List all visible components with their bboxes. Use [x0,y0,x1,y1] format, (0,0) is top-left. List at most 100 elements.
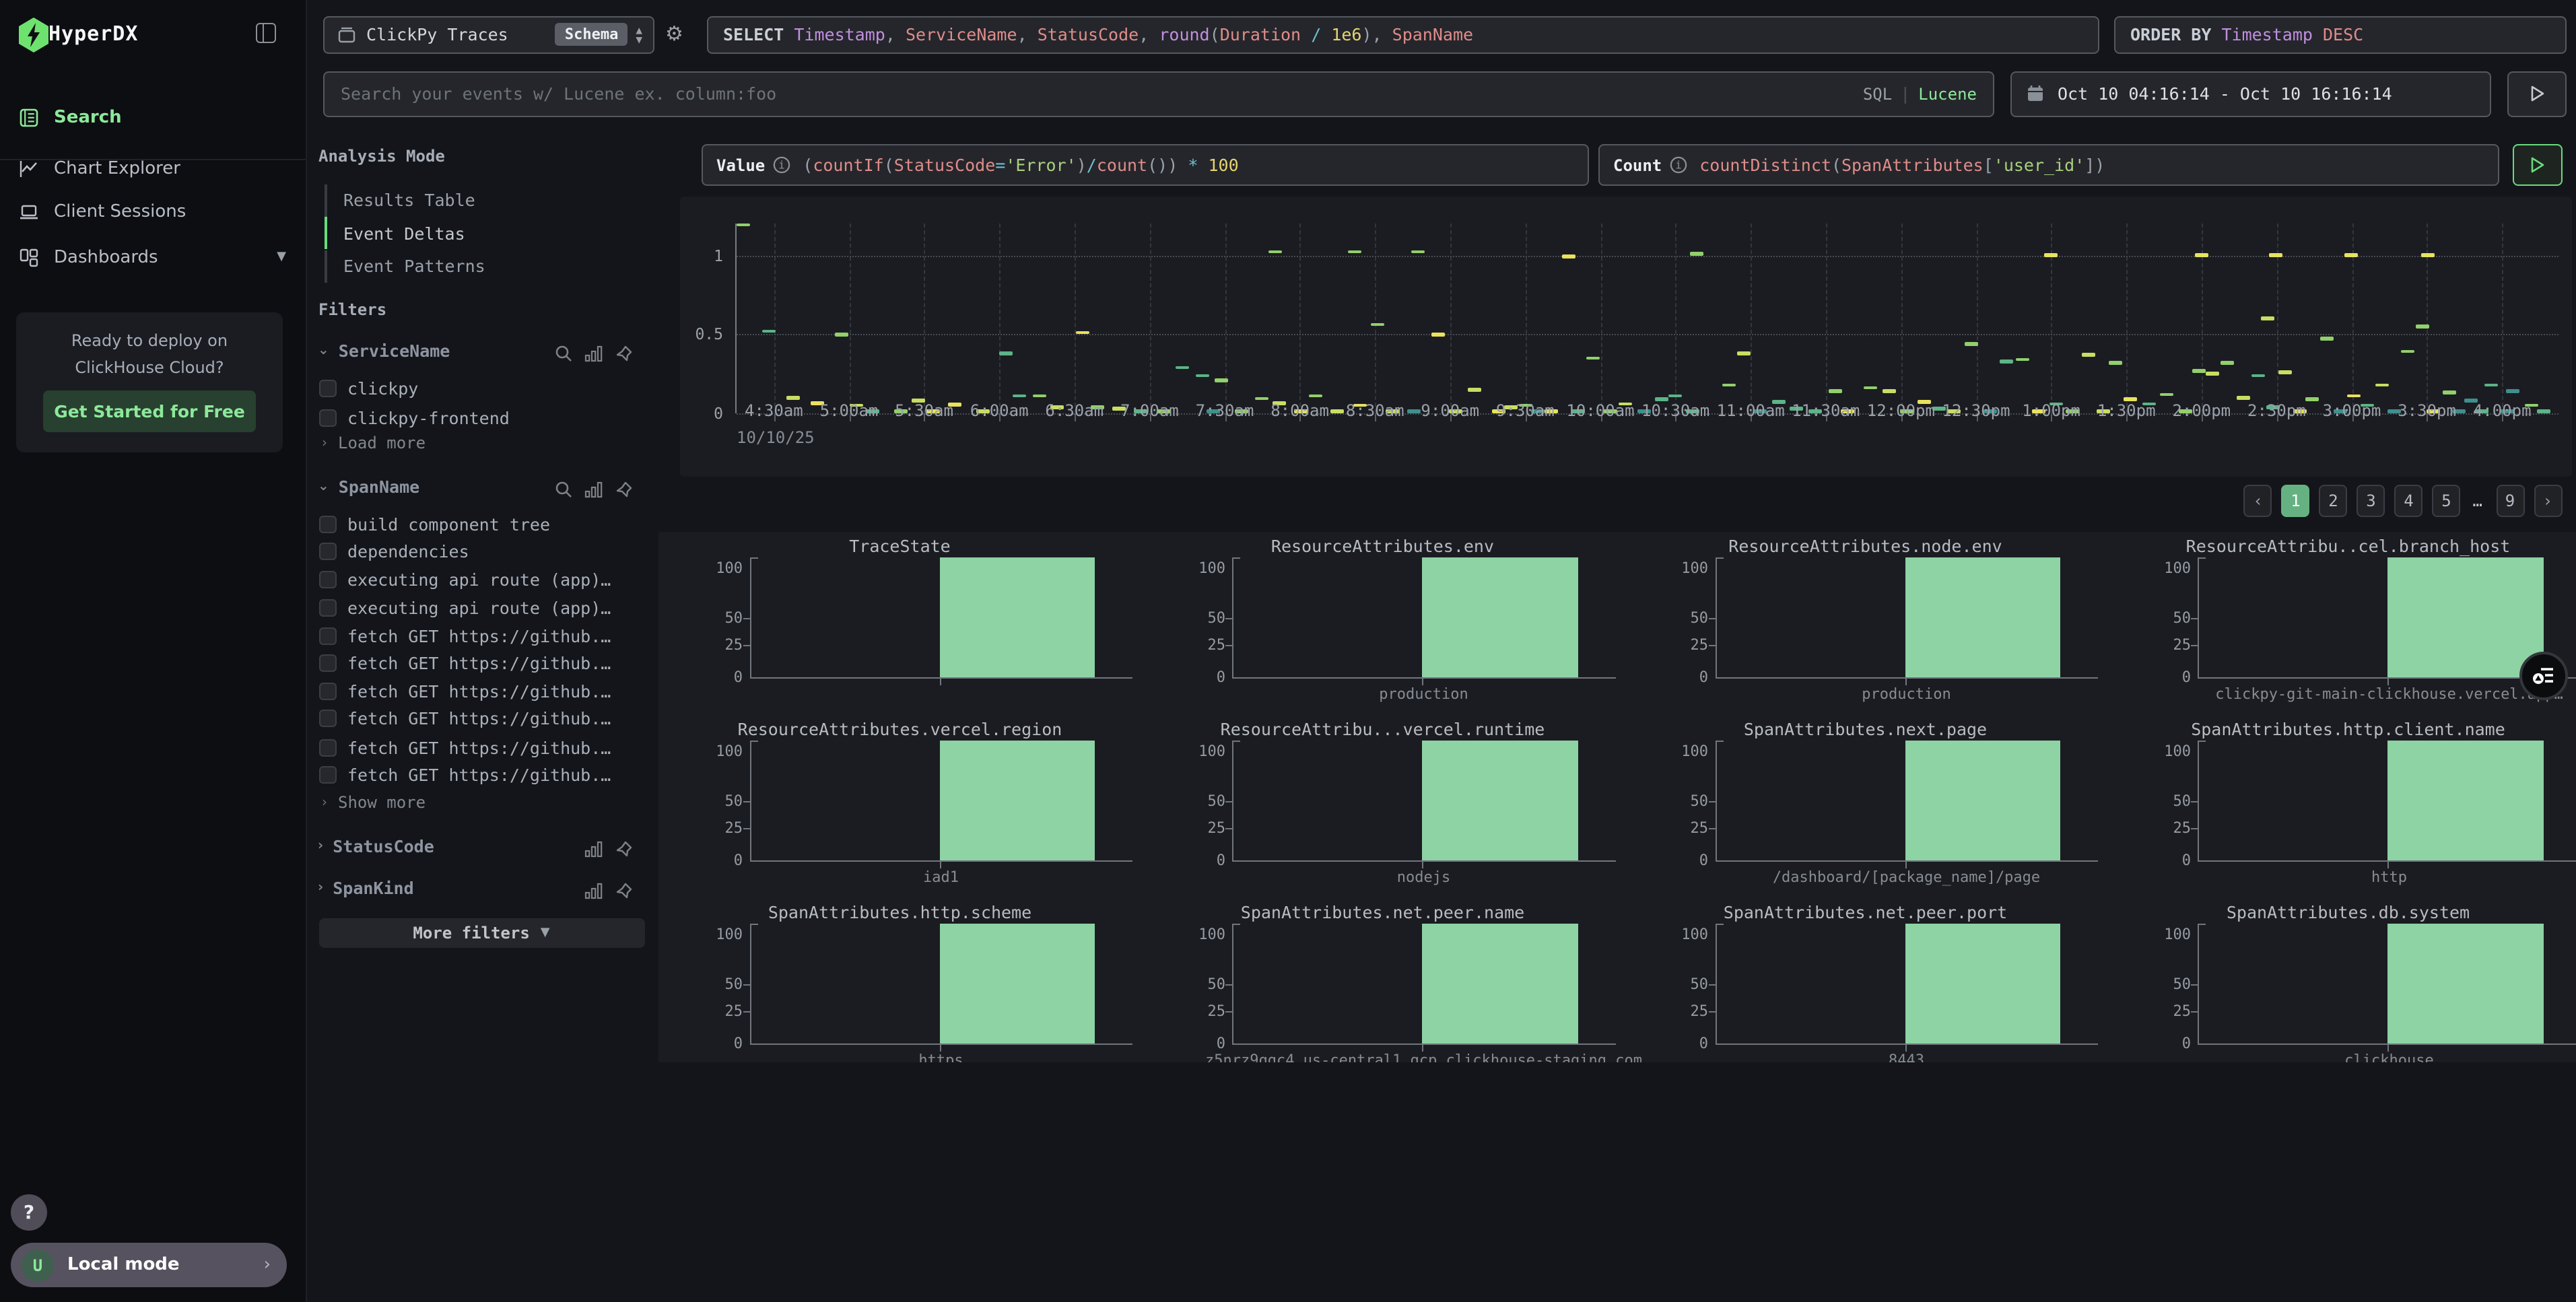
run-query-button[interactable] [2513,144,2563,186]
filter-option[interactable]: executing api route (app)… [319,570,611,590]
mode-lucene[interactable]: Lucene [1918,85,1977,104]
mini-bar[interactable] [2387,740,2543,860]
mini-x-tick [1422,677,1423,685]
filter-option[interactable]: fetch GET https://github.… [319,708,611,728]
filter-option[interactable]: executing api route (app)… [319,597,611,617]
filter-option[interactable]: fetch GET https://github.… [319,681,611,701]
checkbox[interactable] [319,682,337,699]
filter-group-servicename[interactable]: ⌄ServiceName [318,341,450,361]
sidebar-item-dashboards[interactable]: Dashboards▼ [0,237,305,277]
count-expression-input[interactable]: Count i countDistinct(SpanAttributes['us… [1598,144,2499,186]
checkbox[interactable] [319,409,337,426]
checkbox[interactable] [319,380,337,397]
filter-option[interactable]: fetch GET https://github.… [319,625,611,646]
pagination-page-3[interactable]: 3 [2357,485,2385,516]
filter-group-statuscode[interactable]: ›StatusCode [318,835,434,856]
pagination-page-1[interactable]: 1 [2282,485,2310,516]
delta-dash [2537,410,2550,413]
checkbox[interactable] [319,598,337,616]
search-icon[interactable] [555,478,572,504]
pin-icon[interactable] [615,342,633,368]
checkbox[interactable] [319,515,337,533]
pagination-page-4[interactable]: 4 [2395,485,2423,516]
pagination-page-5[interactable]: 5 [2433,485,2461,516]
info-icon: i [1670,156,1687,174]
mini-y-label: 50 [1208,975,1226,993]
analysis-mode-results-table[interactable]: Results Table [343,184,475,216]
mini-bar[interactable] [939,740,1095,860]
filter-group-spanname[interactable]: ⌄SpanName [318,477,419,497]
mini-bar[interactable] [1422,923,1578,1043]
search-icon[interactable] [555,342,572,368]
date-range-picker[interactable]: Oct 10 04:16:14 - Oct 10 16:16:14 [2010,71,2491,116]
filter-option[interactable]: fetch GET https://github.… [319,737,611,757]
show-more-link[interactable]: ›Show more [322,793,426,812]
help-button[interactable]: ? [11,1194,47,1231]
checkbox[interactable] [319,710,337,727]
pin-icon[interactable] [615,879,633,905]
schema-badge[interactable]: Schema [555,24,628,46]
mini-bar[interactable] [1905,557,2060,677]
load-more-link[interactable]: ›Load more [322,434,426,452]
select-query-input[interactable]: SELECT Timestamp, ServiceName, StatusCod… [707,15,2099,54]
pagination-page-2[interactable]: 2 [2319,485,2348,516]
analysis-mode-event-patterns[interactable]: Event Patterns [343,250,485,282]
mini-chart-title: SpanAttributes.http.client.name [2107,719,2576,739]
filter-option[interactable]: fetch GET https://github.… [319,765,611,785]
sidebar-item-chart-explorer[interactable]: Chart Explorer [0,148,305,189]
filter-option[interactable]: dependencies [319,541,469,561]
filter-option[interactable]: fetch GET https://github.… [319,653,611,673]
mini-bar[interactable] [939,557,1095,677]
filter-option[interactable]: clickpy [319,378,418,399]
local-mode-button[interactable]: U Local mode › [11,1243,287,1287]
x-tick-label: 3:00pm [2323,401,2381,420]
chart-icon[interactable] [584,342,603,368]
filter-option[interactable]: build component tree [319,514,550,534]
filter-option-label: build component tree [347,514,550,534]
search-run-button[interactable] [2507,71,2567,116]
pagination-page-9[interactable]: 9 [2496,485,2524,516]
mini-bar[interactable] [2387,923,2543,1043]
checkbox[interactable] [319,739,337,756]
pin-icon[interactable] [615,478,633,504]
sidebar-item-client-sessions[interactable]: Client Sessions [0,191,305,232]
mini-bar[interactable] [1905,740,2060,860]
source-selector[interactable]: ClickPy Traces Schema ▲▼ [323,15,654,54]
mini-bar[interactable] [1422,740,1578,860]
pin-icon[interactable] [615,837,633,862]
mini-bar[interactable] [1422,557,1578,677]
more-filters-button[interactable]: More filters ▼ [318,918,644,948]
get-started-button[interactable]: Get Started for Free [43,390,256,432]
mode-sql[interactable]: SQL [1863,85,1892,104]
chart-settings-fab[interactable] [2519,652,2568,700]
analysis-mode-event-deltas[interactable]: Event Deltas [343,217,465,249]
sidebar-collapse-icon[interactable] [256,23,276,43]
mini-bar[interactable] [939,923,1095,1043]
checkbox[interactable] [319,543,337,560]
value-expression-input[interactable]: Value i (countIf(StatusCode='Error')/cou… [702,144,1589,186]
x-tick-label: 6:30am [1045,401,1104,420]
delta-dash [2344,253,2358,256]
chart-icon[interactable] [584,879,603,905]
checkbox[interactable] [319,627,337,644]
chart-icon[interactable] [584,478,603,504]
mini-bar[interactable] [1905,923,2060,1043]
local-mode-label: Local mode [67,1255,180,1275]
pagination-ellipsis: … [2473,491,2484,510]
x-tick-label: 10:00am [1566,401,1634,420]
chart-icon[interactable] [584,837,603,862]
y-tick-label: 1 [714,246,723,265]
pagination-next[interactable]: › [2534,485,2562,516]
mini-bar[interactable] [2387,557,2543,677]
filter-option[interactable]: clickpy-frontend [319,407,510,427]
pagination-prev[interactable]: ‹ [2244,485,2272,516]
checkbox[interactable] [319,654,337,672]
filter-group-spankind[interactable]: ›SpanKind [318,878,414,898]
x-tick-label: 5:00am [820,401,879,420]
search-input[interactable]: Search your events w/ Lucene ex. column:… [323,71,1994,116]
orderby-input[interactable]: ORDER BY Timestamp DESC [2114,15,2567,54]
checkbox[interactable] [319,766,337,784]
sidebar-item-search[interactable]: Search [0,97,305,137]
gear-icon[interactable]: ⚙ [665,22,683,46]
checkbox[interactable] [319,571,337,588]
